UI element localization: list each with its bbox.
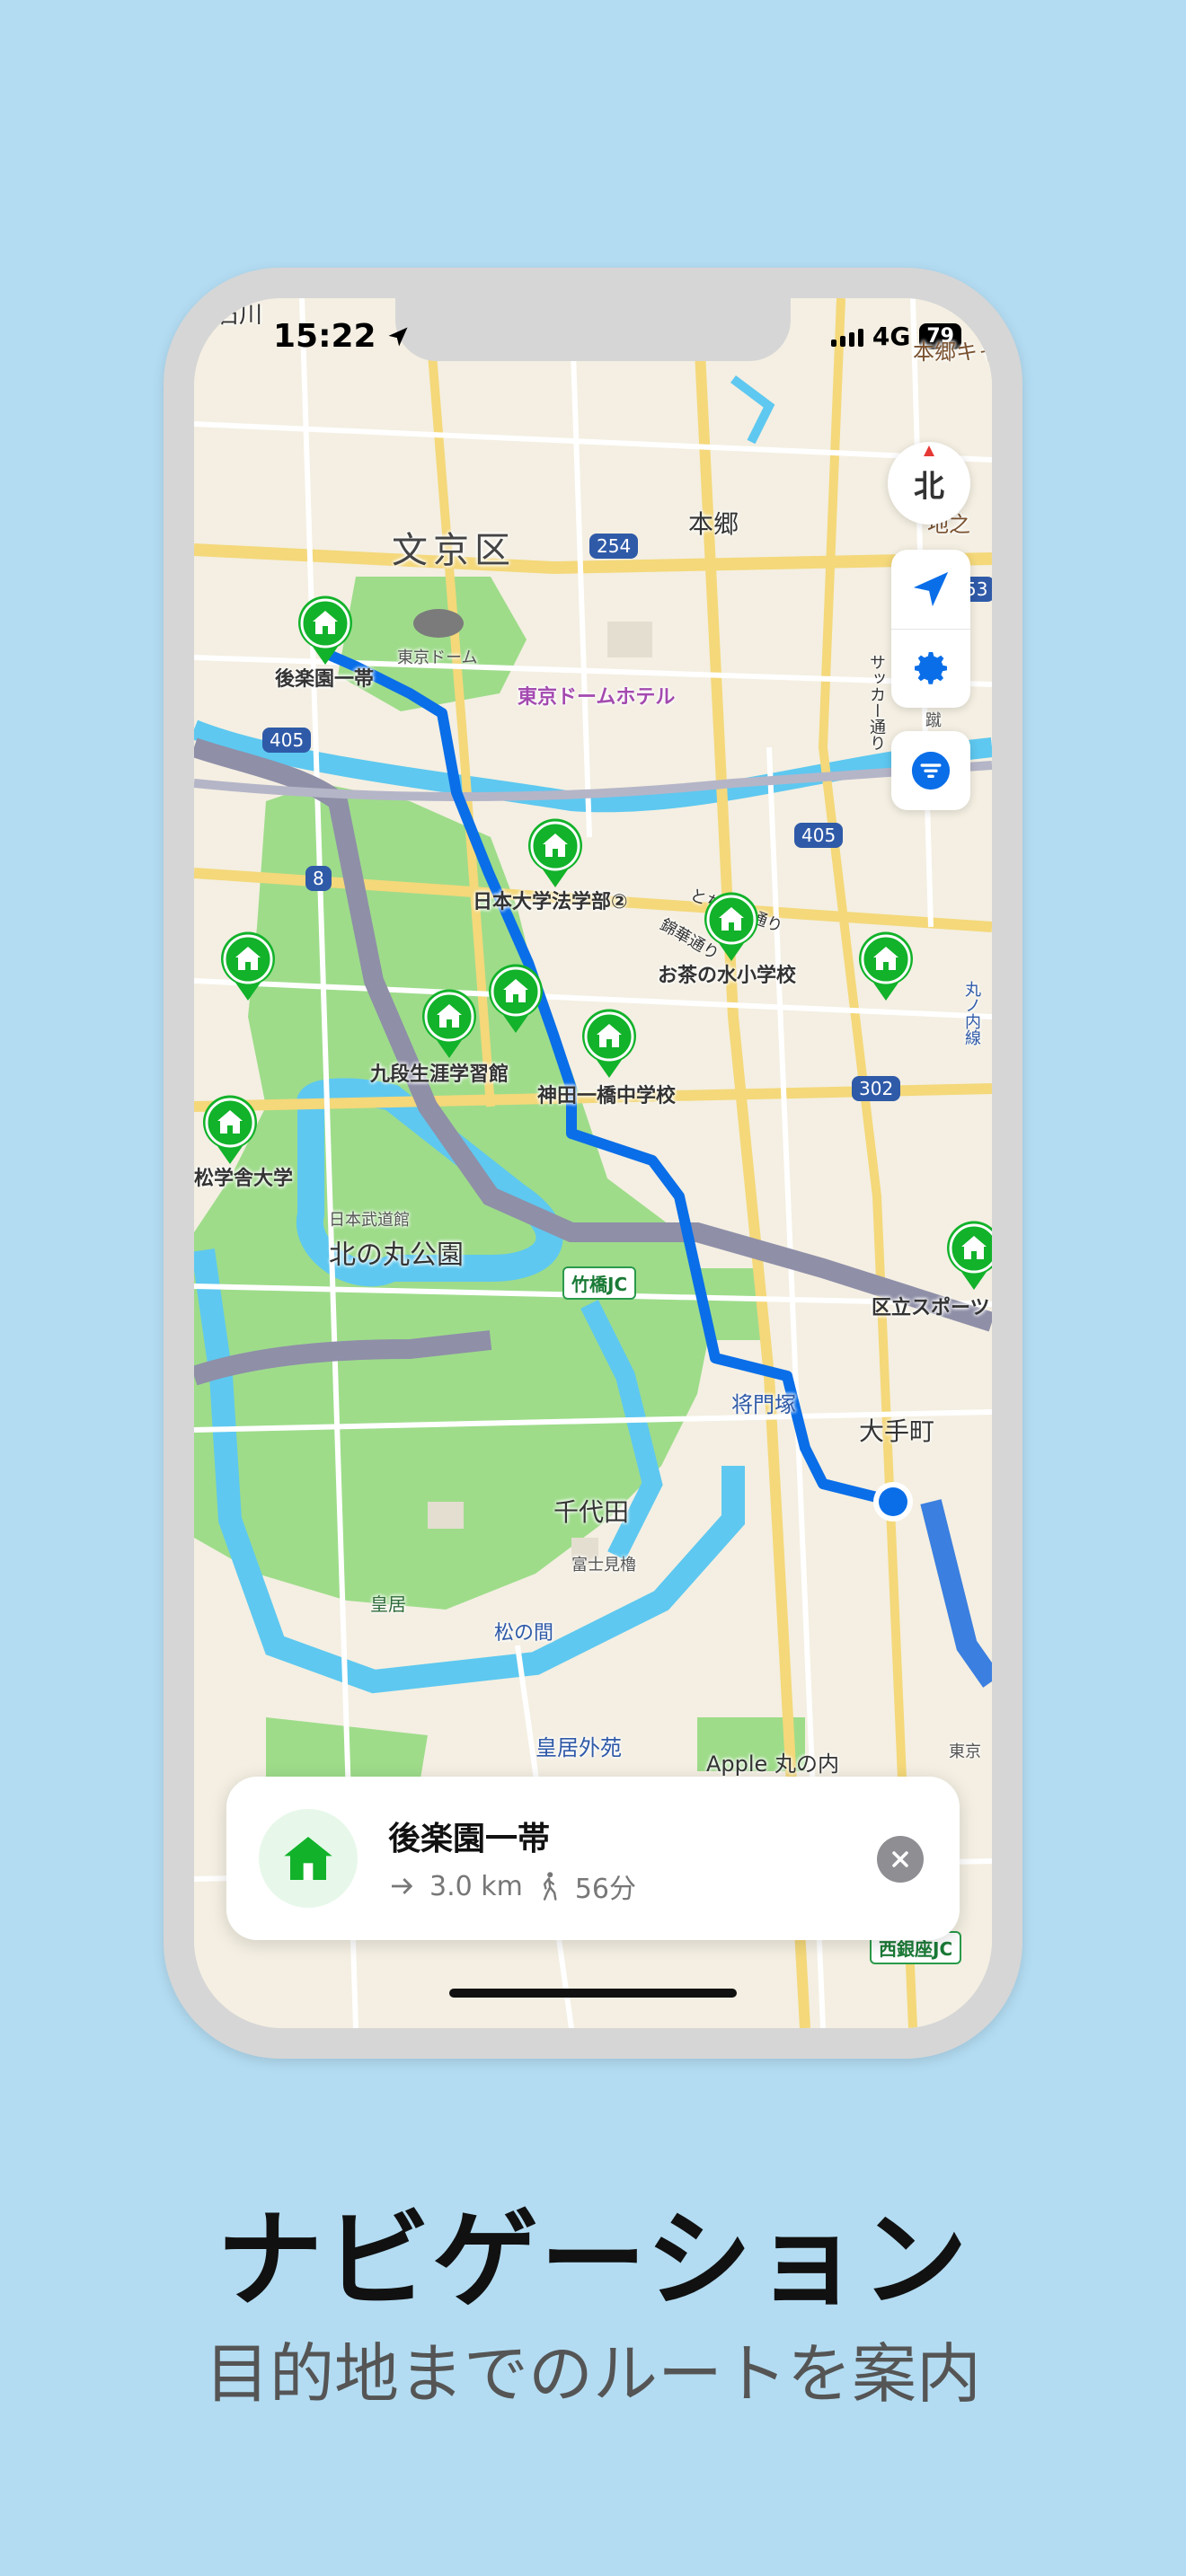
map-controls-group xyxy=(891,550,970,708)
marker-pin[interactable] xyxy=(580,1008,638,1080)
phone-frame: 15:22 4G 79 石川 本郷キャ 文京区 本郷 千代田 大手町 北の丸公園… xyxy=(164,268,1022,2059)
poi-budokan: 日本武道館 xyxy=(329,1211,410,1230)
marker-pin[interactable] xyxy=(201,1094,259,1166)
road-shield-405-left: 405 xyxy=(262,728,312,753)
district-otemachi: 大手町 xyxy=(859,1416,935,1446)
destination-meta: 3.0 km 56分 xyxy=(388,1866,636,1906)
marker-pin[interactable] xyxy=(527,817,584,889)
district-hongo: 本郷 xyxy=(688,509,739,539)
walking-icon xyxy=(543,1872,557,1901)
marker-label-kanda: 神田一橋中学校 xyxy=(537,1085,677,1107)
street-marunouchi-line: 丸ノ内線 xyxy=(962,981,981,1045)
close-icon xyxy=(892,1851,908,1867)
destination-icon-circle xyxy=(259,1809,358,1908)
district-bunkyo: 文京区 xyxy=(392,530,516,571)
gear-icon xyxy=(915,652,947,685)
marker-label-korakuen: 後楽園一帯 xyxy=(275,668,375,691)
network-label: 4G xyxy=(872,322,911,351)
poi-kokyo-gaien: 皇居外苑 xyxy=(535,1735,622,1760)
marker-pin[interactable] xyxy=(703,891,760,963)
poi-right-edge-2: 蹴 xyxy=(925,711,942,730)
destination-card[interactable]: 後楽園一帯 3.0 km 56分 xyxy=(226,1777,960,1940)
district-chiyoda: 千代田 xyxy=(553,1497,630,1527)
poi-fujimi: 富士見櫓 xyxy=(571,1556,636,1575)
marker-pin[interactable] xyxy=(857,931,915,1002)
road-shield-405-right: 405 xyxy=(794,823,844,848)
poi-tokyo-station: 東京 xyxy=(949,1742,981,1761)
promo-screen: 15:22 4G 79 石川 本郷キャ 文京区 本郷 千代田 大手町 北の丸公園… xyxy=(0,0,1186,2576)
compass-label: 北 xyxy=(914,468,944,505)
home-icon xyxy=(284,1837,332,1880)
place-kokyo: 皇居 xyxy=(370,1593,406,1615)
close-button[interactable] xyxy=(877,1836,924,1883)
road-shield-302: 302 xyxy=(852,1076,901,1101)
location-arrow-icon xyxy=(913,571,949,606)
road-shield-254: 254 xyxy=(589,534,639,559)
marker-pin[interactable] xyxy=(420,988,478,1060)
destination-duration: 56分 xyxy=(574,1874,637,1905)
map-label-top-right: 本郷キャ xyxy=(913,340,992,365)
marker-pin[interactable] xyxy=(296,595,354,666)
poi-tokyo-dome: 東京ドーム xyxy=(397,648,478,667)
marker-pin[interactable] xyxy=(487,963,544,1035)
map-screen[interactable]: 15:22 4G 79 石川 本郷キャ 文京区 本郷 千代田 大手町 北の丸公園… xyxy=(194,298,992,2028)
promo-subline: 目的地までのルートを案内 xyxy=(204,2336,981,2412)
poi-tokyo-dome-hotel: 東京ドームホテル xyxy=(518,686,676,709)
location-arrow-icon xyxy=(388,327,408,346)
marker-label-sports: 区立スポーツ xyxy=(872,1297,990,1319)
settings-button[interactable] xyxy=(891,630,970,709)
status-time-text: 15:22 xyxy=(273,318,376,355)
marker-pin[interactable] xyxy=(945,1220,992,1292)
poi-masakado: 将門塚 xyxy=(731,1392,796,1417)
filter-icon xyxy=(911,751,951,790)
poi-apple-marunouchi: Apple 丸の内 xyxy=(706,1751,839,1777)
map-label-top-left: 石川 xyxy=(216,302,263,329)
street-soccer: サッカー通り xyxy=(867,654,886,751)
destination-title: 後楽園一帯 xyxy=(388,1821,551,1857)
jct-takebashi: 竹橋JC xyxy=(562,1266,637,1300)
device-notch xyxy=(395,298,791,361)
marker-pin[interactable] xyxy=(219,931,277,1002)
marker-label-nichidai: 日本大学法学部② xyxy=(473,891,628,913)
marker-label-kudan: 九段生涯学習館 xyxy=(370,1063,509,1086)
marker-label-ochanomizu: お茶の水小学校 xyxy=(658,965,797,987)
compass-button[interactable]: 北 xyxy=(888,442,970,525)
status-time: 15:22 xyxy=(273,318,411,355)
compass-north-tick xyxy=(924,446,934,456)
marker-label-nishogakusha: 松学舎大学 xyxy=(194,1168,294,1190)
locate-button[interactable] xyxy=(891,550,970,630)
arrow-right-icon xyxy=(392,1878,413,1894)
road-shield-8: 8 xyxy=(305,866,332,891)
home-indicator[interactable] xyxy=(449,1989,737,1998)
poi-matsunoma: 松の間 xyxy=(494,1622,554,1645)
park-kitanomaru: 北の丸公園 xyxy=(329,1239,464,1271)
destination-distance: 3.0 km xyxy=(429,1870,523,1902)
promo-headline: ナビゲーション xyxy=(217,2198,969,2322)
signal-icon xyxy=(830,327,863,347)
filter-button[interactable] xyxy=(891,731,970,810)
